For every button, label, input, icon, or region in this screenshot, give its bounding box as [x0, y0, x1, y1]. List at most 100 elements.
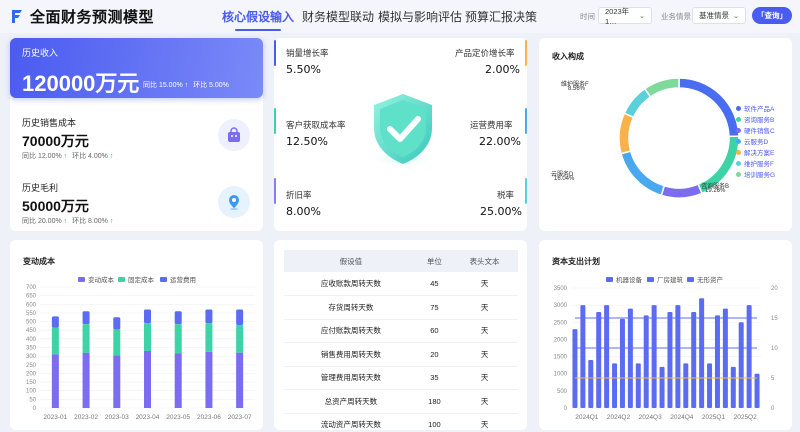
- stack-bar-segment: [51, 327, 59, 355]
- pie-callout-value: 8.56%: [568, 86, 586, 92]
- app-title: 全面财务预测模型: [30, 9, 155, 26]
- legend-item: 解决方案E: [736, 147, 774, 157]
- scenario-select[interactable]: 基准情景 ⌄: [692, 7, 746, 24]
- x-tick-label: 2025Q2: [734, 414, 758, 421]
- stack-bar-segment: [113, 355, 121, 408]
- y-tick-label: 0: [33, 406, 37, 412]
- y2-tick-label: 5: [771, 376, 775, 382]
- pie-slice: [618, 112, 635, 155]
- stack-bar-segment: [82, 324, 90, 353]
- legend-item: 咨询服务B: [736, 114, 774, 124]
- pie-callout-value: 16.04%: [554, 176, 575, 182]
- kpi-label: 销量增长率: [286, 48, 329, 58]
- y-tick-label: 3500: [554, 286, 568, 292]
- y-tick-label: 400: [26, 337, 37, 343]
- cost-yoy: 同比 12.00%: [22, 153, 62, 160]
- table-row[interactable]: 管理费用周转天数 35 天: [284, 366, 518, 390]
- cost-change: 同比 12.00% ↑ 环比 4.00% ↑: [22, 151, 113, 161]
- kpi-label: 产品定价增长率: [455, 48, 515, 58]
- stack-bar-segment: [236, 325, 244, 353]
- tab-core-assumptions[interactable]: 核心假设输入: [222, 8, 294, 25]
- table-cell[interactable]: 75: [417, 295, 452, 320]
- tab-simulation[interactable]: 模拟与影响评估: [378, 8, 462, 25]
- kpi-accent-bar: [525, 108, 527, 134]
- capex-bar: [730, 366, 736, 408]
- stack-bar-segment: [174, 353, 182, 408]
- logo-icon: [12, 10, 22, 23]
- stack-bar-segment: [174, 311, 182, 325]
- capex-bar: [683, 363, 689, 408]
- y2-tick-label: 20: [771, 286, 778, 292]
- pie-slice: [678, 77, 740, 138]
- x-tick-label: 2023-05: [166, 414, 190, 421]
- profit-mom: 环比 8.00%: [72, 218, 108, 225]
- capex-bar: [596, 312, 602, 408]
- table-row[interactable]: 应收账款周转天数 45 天: [284, 272, 518, 296]
- cost-label: 历史销售成本: [22, 118, 77, 128]
- table-cell: 存货周转天数: [284, 295, 418, 320]
- kpi-label: 折旧率: [286, 190, 312, 200]
- tab-budget-report[interactable]: 预算汇报决策: [465, 8, 537, 25]
- capex-bar: [604, 305, 610, 408]
- kpi-accent-bar: [274, 178, 276, 204]
- table-cell: 天: [451, 413, 518, 432]
- capex-bar: [707, 363, 713, 408]
- variable-cost-chart: 0 50 100 150 200 250 300 350 400 450 500 550 600 650 7…: [26, 285, 255, 421]
- stack-bar-segment: [113, 317, 121, 330]
- time-label: 时间: [580, 12, 595, 21]
- table-cell: 天: [451, 272, 518, 296]
- table-header: 单位: [417, 250, 452, 272]
- table-cell: 管理费用周转天数: [284, 366, 418, 390]
- table-cell[interactable]: 45: [417, 272, 452, 296]
- time-select[interactable]: 2023年1… ⌄: [598, 7, 652, 26]
- kpi-accent-bar: [274, 108, 276, 134]
- capex-bar: [659, 366, 665, 408]
- profit-change: 同比 20.00% ↑ 环比 8.00% ↑: [22, 216, 113, 226]
- table-row[interactable]: 总资产周转天数 180 天: [284, 389, 518, 414]
- table-cell[interactable]: 180: [417, 389, 452, 414]
- y-tick-label: 500: [557, 389, 568, 395]
- revenue-value: 120000万元: [22, 71, 140, 96]
- kpi-label: 运营费用率: [470, 120, 513, 130]
- capex-bar: [746, 305, 752, 408]
- table-cell[interactable]: 60: [417, 319, 452, 343]
- y-tick-label: 2000: [554, 337, 568, 343]
- stack-bar-segment: [236, 309, 244, 326]
- revenue-hero: 历史收入 120000万元 同比 15.00% ↑ 环比 5.00%: [10, 38, 263, 98]
- x-tick-label: 2023-04: [136, 414, 160, 421]
- arrow-up-icon: ↑: [63, 218, 68, 225]
- capex-bar: [754, 373, 760, 408]
- table-cell[interactable]: 100: [417, 413, 452, 432]
- x-tick-label: 2024Q1: [575, 414, 599, 421]
- table-cell: 天: [451, 389, 518, 414]
- y-tick-label: 1000: [554, 372, 568, 378]
- capex-bar: [619, 318, 625, 408]
- kpi-accent-bar: [525, 40, 527, 66]
- capex-bar: [675, 305, 681, 408]
- y-tick-label: 1500: [554, 355, 568, 361]
- y-tick-label: 700: [26, 285, 37, 291]
- table-row[interactable]: 应付账款周转天数 60 天: [284, 319, 518, 343]
- revenue-mom: 环比 5.00%: [193, 82, 229, 89]
- y-tick-label: 0: [564, 406, 568, 412]
- table-cell[interactable]: 20: [417, 342, 452, 367]
- pie-slice: [620, 150, 666, 197]
- revenue-change: 同比 15.00% ↑ 环比 5.00%: [143, 80, 229, 90]
- kpi-value: 8.00%: [286, 205, 321, 218]
- legend-item: 硬件销售C: [736, 125, 775, 135]
- table-cell: 应付账款周转天数: [284, 319, 418, 343]
- query-button[interactable]: 「查询」: [752, 7, 792, 24]
- x-tick-label: 2023-06: [197, 414, 221, 421]
- table-row[interactable]: 存货周转天数 75 天: [284, 295, 518, 320]
- table-row[interactable]: 流动资产周转天数 100 天: [284, 413, 518, 432]
- table-row[interactable]: 销售费用周转天数 20 天: [284, 342, 518, 367]
- kpi-value: 22.00%: [479, 135, 521, 148]
- capex-bar: [580, 305, 586, 408]
- table-cell: 天: [451, 366, 518, 390]
- y-tick-label: 650: [26, 294, 37, 300]
- stack-bar-segment: [144, 350, 151, 408]
- table-cell[interactable]: 35: [417, 366, 452, 390]
- table-header-row: 假设值 单位 表头文本: [284, 250, 518, 272]
- capex-bar: [738, 322, 744, 408]
- tab-model-linkage[interactable]: 财务模型联动: [302, 8, 374, 25]
